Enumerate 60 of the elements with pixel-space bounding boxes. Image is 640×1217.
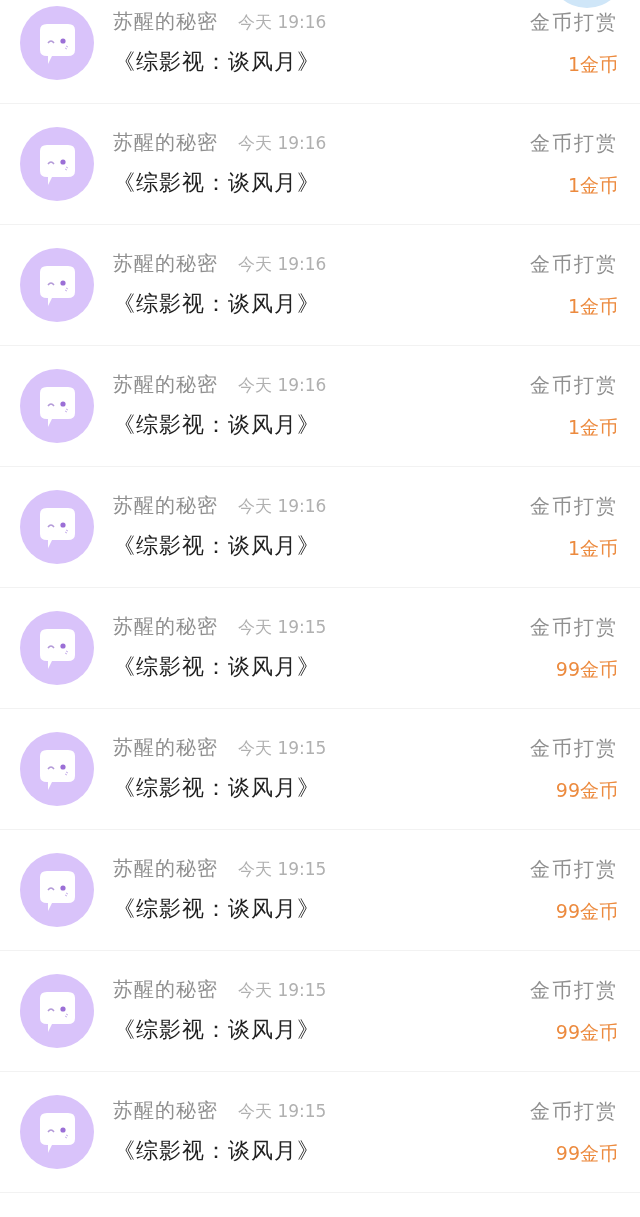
- book-title: 《综影视：谈风月》: [113, 290, 321, 318]
- book-title: 《综影视：谈风月》: [113, 532, 321, 560]
- timestamp: 今天 19:15: [238, 1100, 327, 1123]
- coin-amount: 99金币: [555, 778, 618, 803]
- avatar-icon: [20, 6, 94, 80]
- sender-name: 苏醒的秘密: [113, 8, 218, 35]
- coin-amount: 99金币: [555, 899, 618, 924]
- avatar-icon: [20, 853, 94, 927]
- timestamp: 今天 19:15: [238, 979, 327, 1002]
- coin-amount: 1金币: [567, 415, 618, 440]
- avatar-icon: [20, 490, 94, 564]
- coin-amount: 99金币: [555, 657, 618, 682]
- reward-type: 金币打赏: [530, 1098, 618, 1125]
- coin-amount: 99金币: [555, 1141, 618, 1166]
- book-title: 《综影视：谈风月》: [113, 48, 321, 76]
- coin-amount: 1金币: [567, 52, 618, 77]
- reward-type: 金币打赏: [530, 735, 618, 762]
- avatar-icon: [20, 732, 94, 806]
- sender-name: 苏醒的秘密: [113, 250, 218, 277]
- book-title: 《综影视：谈风月》: [113, 169, 321, 197]
- reward-type: 金币打赏: [530, 856, 618, 883]
- timestamp: 今天 19:16: [238, 132, 327, 155]
- reward-type: 金币打赏: [530, 977, 618, 1004]
- sender-name: 苏醒的秘密: [113, 371, 218, 398]
- reward-type: 金币打赏: [530, 130, 618, 157]
- reward-type: 金币打赏: [530, 372, 618, 399]
- timestamp: 今天 19:16: [238, 11, 327, 34]
- timestamp: 今天 19:15: [238, 616, 327, 639]
- timestamp: 今天 19:16: [238, 495, 327, 518]
- book-title: 《综影视：谈风月》: [113, 653, 321, 681]
- sender-name: 苏醒的秘密: [113, 1097, 218, 1124]
- timestamp: 今天 19:15: [238, 737, 327, 760]
- reward-type: 金币打赏: [530, 614, 618, 641]
- reward-type: 金币打赏: [530, 251, 618, 278]
- avatar-icon: [20, 127, 94, 201]
- avatar-icon: [20, 974, 94, 1048]
- sender-name: 苏醒的秘密: [113, 613, 218, 640]
- reward-type: 金币打赏: [530, 9, 618, 36]
- avatar-icon: [20, 611, 94, 685]
- timestamp: 今天 19:15: [238, 858, 327, 881]
- book-title: 《综影视：谈风月》: [113, 411, 321, 439]
- book-title: 《综影视：谈风月》: [113, 774, 321, 802]
- coin-amount: 1金币: [567, 173, 618, 198]
- sender-name: 苏醒的秘密: [113, 129, 218, 156]
- avatar-icon: [20, 1095, 94, 1169]
- timestamp: 今天 19:16: [238, 374, 327, 397]
- timestamp: 今天 19:16: [238, 253, 327, 276]
- book-title: 《综影视：谈风月》: [113, 1016, 321, 1044]
- sender-name: 苏醒的秘密: [113, 492, 218, 519]
- avatar-icon: [20, 369, 94, 443]
- reward-type: 金币打赏: [530, 493, 618, 520]
- coin-amount: 99金币: [555, 1020, 618, 1045]
- avatar-icon: [20, 248, 94, 322]
- book-title: 《综影视：谈风月》: [113, 1137, 321, 1165]
- sender-name: 苏醒的秘密: [113, 734, 218, 761]
- sender-name: 苏醒的秘密: [113, 976, 218, 1003]
- sender-name: 苏醒的秘密: [113, 855, 218, 882]
- book-title: 《综影视：谈风月》: [113, 895, 321, 923]
- coin-amount: 1金币: [567, 294, 618, 319]
- coin-amount: 1金币: [567, 536, 618, 561]
